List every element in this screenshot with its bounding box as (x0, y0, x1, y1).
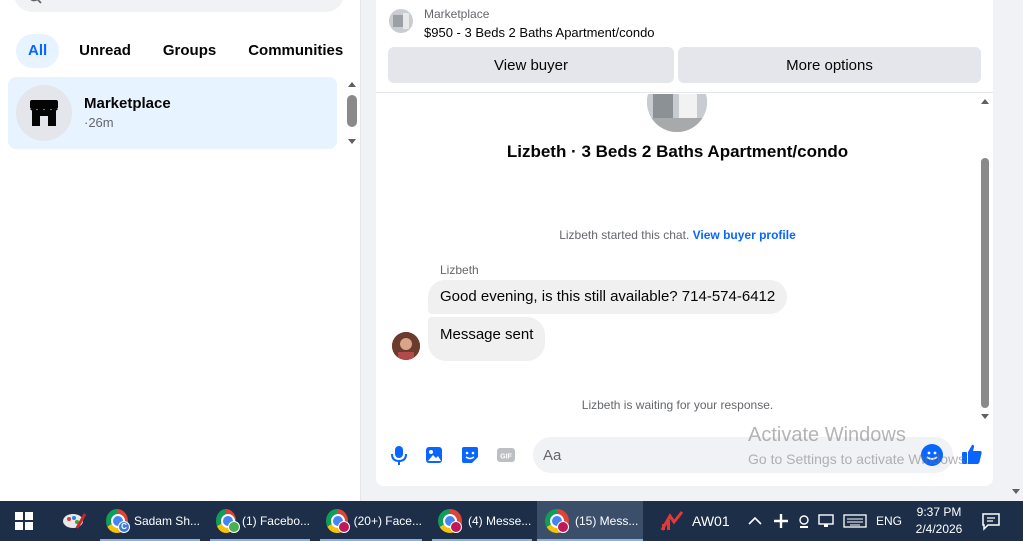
start-button[interactable] (0, 501, 48, 541)
taskbar-app-label: (1) Facebo... (241, 514, 310, 528)
listing-price-title[interactable]: $950 - 3 Beds 2 Baths Apartment/condo (424, 25, 655, 40)
profile-badge (557, 521, 569, 533)
clock-date: 2/4/2026 (915, 522, 963, 536)
svg-text:GIF: GIF (500, 454, 512, 461)
chat-started-text: Lizbeth started this chat. (559, 228, 690, 242)
listing-title: Lizbeth · 3 Beds 2 Baths Apartment/condo (506, 142, 849, 161)
plus-icon[interactable] (770, 512, 792, 530)
taskbar-chrome-window-1[interactable]: C Sadam Sh... (100, 501, 200, 541)
taskbar-chrome-window-4[interactable]: (4) Messe... (432, 501, 532, 541)
chat-timestamp: ·26m (84, 115, 114, 130)
taskbar-chrome-window-5-active[interactable]: (15) Mess... (537, 501, 643, 541)
language-indicator[interactable]: ENG (876, 514, 902, 528)
profile-badge (450, 521, 462, 533)
sticker-icon[interactable] (459, 444, 481, 466)
taskbar-app-label: Sadam Sh... (133, 514, 200, 528)
filter-groups[interactable]: Groups (151, 34, 228, 68)
page-scroll-down-arrow-icon[interactable] (1012, 489, 1020, 494)
paint-tool-icon (63, 513, 87, 529)
microphone-icon[interactable] (388, 444, 410, 466)
taskbar-aw01-app[interactable]: AW01 (660, 501, 738, 541)
thumbs-up-icon[interactable] (960, 442, 984, 466)
windows-logo-icon (15, 512, 33, 530)
profile-badge (338, 521, 350, 533)
chat-list-panel: All Unread Groups Communities Marketplac… (0, 0, 361, 501)
taskbar-clock[interactable]: 9:37 PM 2/4/2026 (906, 504, 972, 538)
more-options-button[interactable]: More options (678, 47, 981, 83)
chat-started-notice: Lizbeth started this chat. View buyer pr… (376, 228, 979, 242)
waiting-notice: Lizbeth is waiting for your response. (581, 398, 774, 412)
taskbar-app-label: (15) Mess... (575, 514, 639, 528)
message-bubble[interactable]: Message sent (428, 317, 546, 361)
thread-scrollbar[interactable] (979, 96, 991, 422)
system-tray: ENG (746, 501, 902, 541)
chat-list-item-marketplace[interactable]: Marketplace ·26m (8, 77, 337, 149)
emoji-icon[interactable] (921, 444, 943, 466)
chat-name: Marketplace (84, 95, 171, 112)
scroll-down-arrow-icon[interactable] (981, 414, 989, 419)
view-buyer-button[interactable]: View buyer (388, 47, 674, 83)
message-bubble[interactable]: Good evening, is this still available? 7… (428, 280, 788, 314)
notification-center[interactable] (980, 501, 1002, 541)
listing-source: Marketplace (424, 7, 490, 21)
chat-list-scrollbar[interactable] (346, 80, 358, 146)
conversation-card: Marketplace $950 - 3 Beds 2 Baths Apartm… (376, 0, 993, 486)
taskbar-app-label: (4) Messe... (468, 514, 532, 528)
message-composer: GIF (376, 432, 993, 478)
taskbar-chrome-window-2[interactable]: (1) Facebo... (210, 501, 310, 541)
listing-thumbnail (389, 9, 413, 33)
photo-icon[interactable] (423, 444, 445, 466)
scroll-up-arrow-icon[interactable] (348, 82, 356, 87)
marketplace-shop-icon (16, 85, 72, 141)
filter-unread[interactable]: Unread (67, 34, 143, 68)
scrollbar-thumb[interactable] (981, 158, 989, 408)
taskbar-app-label: (20+) Face... (353, 514, 422, 528)
listing-photo (647, 94, 707, 132)
network-icon[interactable] (816, 512, 838, 530)
message-input-field[interactable] (533, 437, 953, 473)
chat-filter-tabs: All Unread Groups Communities (16, 34, 355, 68)
sender-avatar[interactable] (392, 332, 420, 360)
scroll-up-arrow-icon[interactable] (981, 99, 989, 104)
view-buyer-profile-link[interactable]: View buyer profile (693, 228, 796, 242)
conversation-panel: Marketplace $950 - 3 Beds 2 Baths Apartm… (361, 0, 1023, 501)
listing-context-header: Marketplace $950 - 3 Beds 2 Baths Apartm… (376, 0, 993, 93)
scrollbar-thumb[interactable] (347, 95, 357, 127)
webcam-icon[interactable] (794, 512, 814, 530)
taskbar-app-label: AW01 (692, 513, 730, 529)
show-hidden-icons-chevron-up-icon[interactable] (746, 512, 764, 530)
keyboard-icon[interactable] (842, 512, 868, 530)
filter-all[interactable]: All (16, 34, 60, 68)
network-signal-chart-icon (660, 511, 684, 531)
search-chats-input[interactable] (14, 0, 344, 12)
clock-time: 9:37 PM (916, 505, 962, 519)
message-thread: Lizbeth · 3 Beds 2 Baths Apartment/condo… (376, 94, 993, 424)
search-icon (30, 0, 42, 4)
scroll-down-arrow-icon[interactable] (348, 139, 356, 144)
filter-communities[interactable]: Communities (236, 34, 355, 68)
profile-badge (228, 521, 240, 533)
notification-icon (982, 513, 1000, 531)
profile-badge: C (118, 521, 130, 533)
taskbar-pinned-app[interactable] (58, 501, 90, 541)
sender-name: Lizbeth (440, 263, 479, 277)
gif-icon[interactable]: GIF (495, 444, 517, 466)
messenger-window: All Unread Groups Communities Marketplac… (0, 0, 1023, 541)
windows-taskbar: C Sadam Sh... (1) Facebo... (20+) Face..… (0, 501, 1023, 541)
message-input[interactable] (543, 437, 903, 473)
taskbar-chrome-window-3[interactable]: (20+) Face... (320, 501, 422, 541)
